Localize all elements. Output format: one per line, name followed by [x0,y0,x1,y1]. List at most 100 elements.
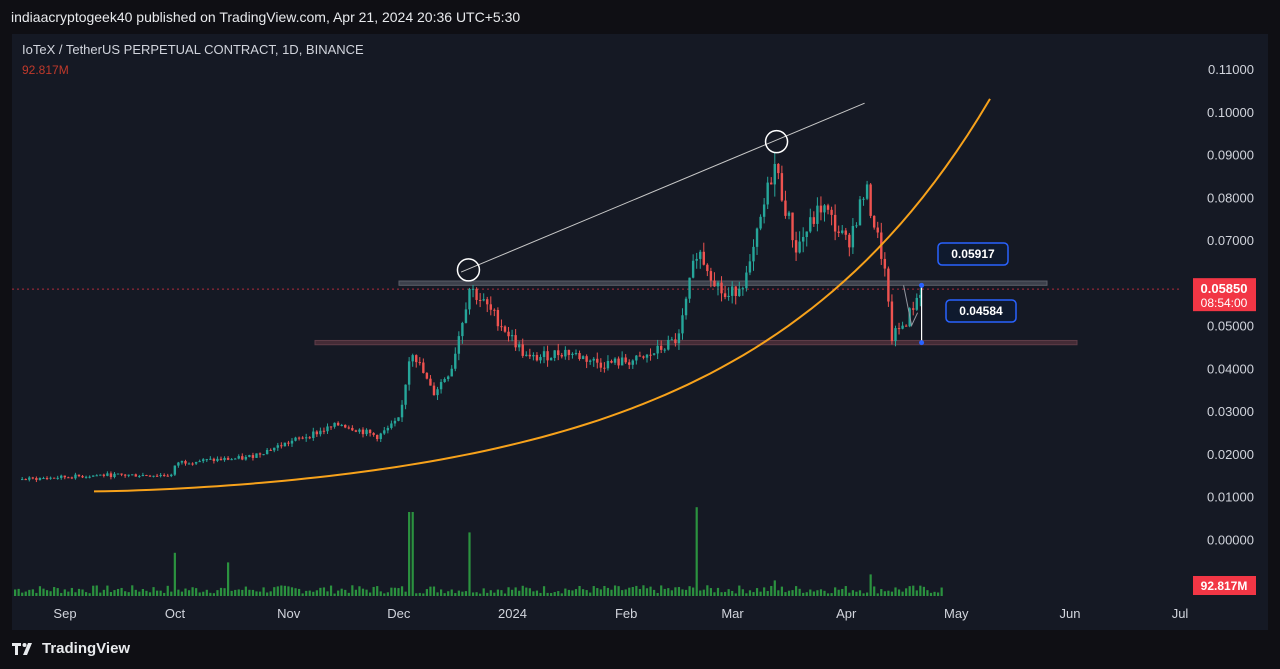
volume-bar [308,590,311,596]
candle-body [194,461,198,464]
candle-body [202,459,205,462]
candle-body [901,325,904,329]
volume-bar [216,590,219,596]
volume-bar [479,593,482,596]
tradingview-brand[interactable]: TradingView [12,640,130,657]
volume-bar [251,589,255,596]
volume-bar [503,593,507,596]
volume-bar [145,590,148,596]
volume-bar [837,589,840,596]
volume-bar [890,591,894,596]
candle-body [510,335,514,337]
projection-path [903,285,919,328]
candle-body [549,357,553,361]
volume-bar [60,592,63,596]
candle-body [333,422,336,427]
trendline [460,102,865,273]
volume-bar [141,589,144,596]
volume-bar [858,590,862,596]
candle-body [35,478,38,480]
volume-bar [798,588,801,596]
last-price-value: 0.05850 [1201,281,1248,296]
volume-bar [312,591,315,596]
volume-bar [28,589,31,596]
candle-body [340,424,343,426]
volume-bar [241,589,244,596]
candle-body [642,356,645,358]
volume-bar [127,592,130,596]
volume-bar [422,593,425,596]
candle-body [319,430,322,435]
x-tick-label: 2024 [498,606,527,621]
volume-bar [411,512,414,596]
candle-body [415,355,418,363]
candle-body [390,423,393,428]
volume-bar [280,585,283,596]
candle-body [120,473,123,475]
candle-body [56,477,59,479]
candle-body [610,360,613,363]
candle-body [70,477,74,479]
volume-bar [177,589,180,596]
candle-body [897,328,901,330]
candle-body [521,344,524,356]
candle-body [823,205,826,213]
volume-bar [440,589,443,596]
candle-body [681,315,684,334]
volume-bar [95,585,98,596]
chart-panel[interactable]: Sep Oct Nov Dec 2024 Feb Mar Apr May Jun Jul 0.1100… [12,34,1268,630]
volume-bar [67,591,70,596]
candle-body [855,225,858,227]
volume-bar [521,585,524,596]
footer-bar [0,630,1280,669]
volume-bar [425,589,428,596]
symbol-legend[interactable]: IoTeX / TetherUS PERPETUAL CONTRACT, 1D,… [22,42,364,57]
candle-body [528,354,532,357]
candle-body [166,475,169,477]
candle-body [638,355,642,357]
candle-body [883,258,887,269]
volume-bar [692,587,695,596]
volume-bar [347,592,350,596]
price-chart[interactable]: Sep Oct Nov Dec 2024 Feb Mar Apr May Jun Jul 0.1100… [12,34,1268,630]
candle-body [251,455,255,458]
volume-bar [805,592,808,596]
candle-body [816,205,819,224]
volume-bar [180,591,184,596]
x-tick-label: Jun [1059,606,1080,621]
candle-body [432,385,436,396]
candle-body [695,258,698,261]
candle-body [812,217,816,224]
volume-bar [780,586,783,596]
candle-body [617,358,620,366]
candle-body [20,479,24,481]
volume-bar [351,585,354,596]
candle-body [674,339,677,344]
volume-bar [237,589,240,596]
candle-body [567,349,571,355]
volume-bar [713,592,716,596]
candle-body [425,372,429,379]
volume-bar [443,593,446,596]
candle-body [649,354,652,356]
volume-bar [354,589,357,596]
candle-body [91,475,95,477]
volume-bar [606,587,610,596]
volume-bar [688,586,691,596]
volume-bar [102,589,105,596]
x-tick-label: Apr [836,606,857,621]
candle-body [833,214,837,232]
volume-bar [109,592,113,596]
candle-body [560,355,563,357]
volume-bar [528,588,531,596]
candle-body [887,268,890,302]
y-tick-label: 0.00000 [1207,532,1254,547]
candle-body [386,427,390,431]
volume-bar [397,588,400,596]
volume-bar [642,585,645,596]
candle-body [819,205,823,213]
volume-bar [617,586,620,596]
candle-body [734,286,737,297]
candle-body [503,326,507,332]
candle-body [904,325,908,327]
